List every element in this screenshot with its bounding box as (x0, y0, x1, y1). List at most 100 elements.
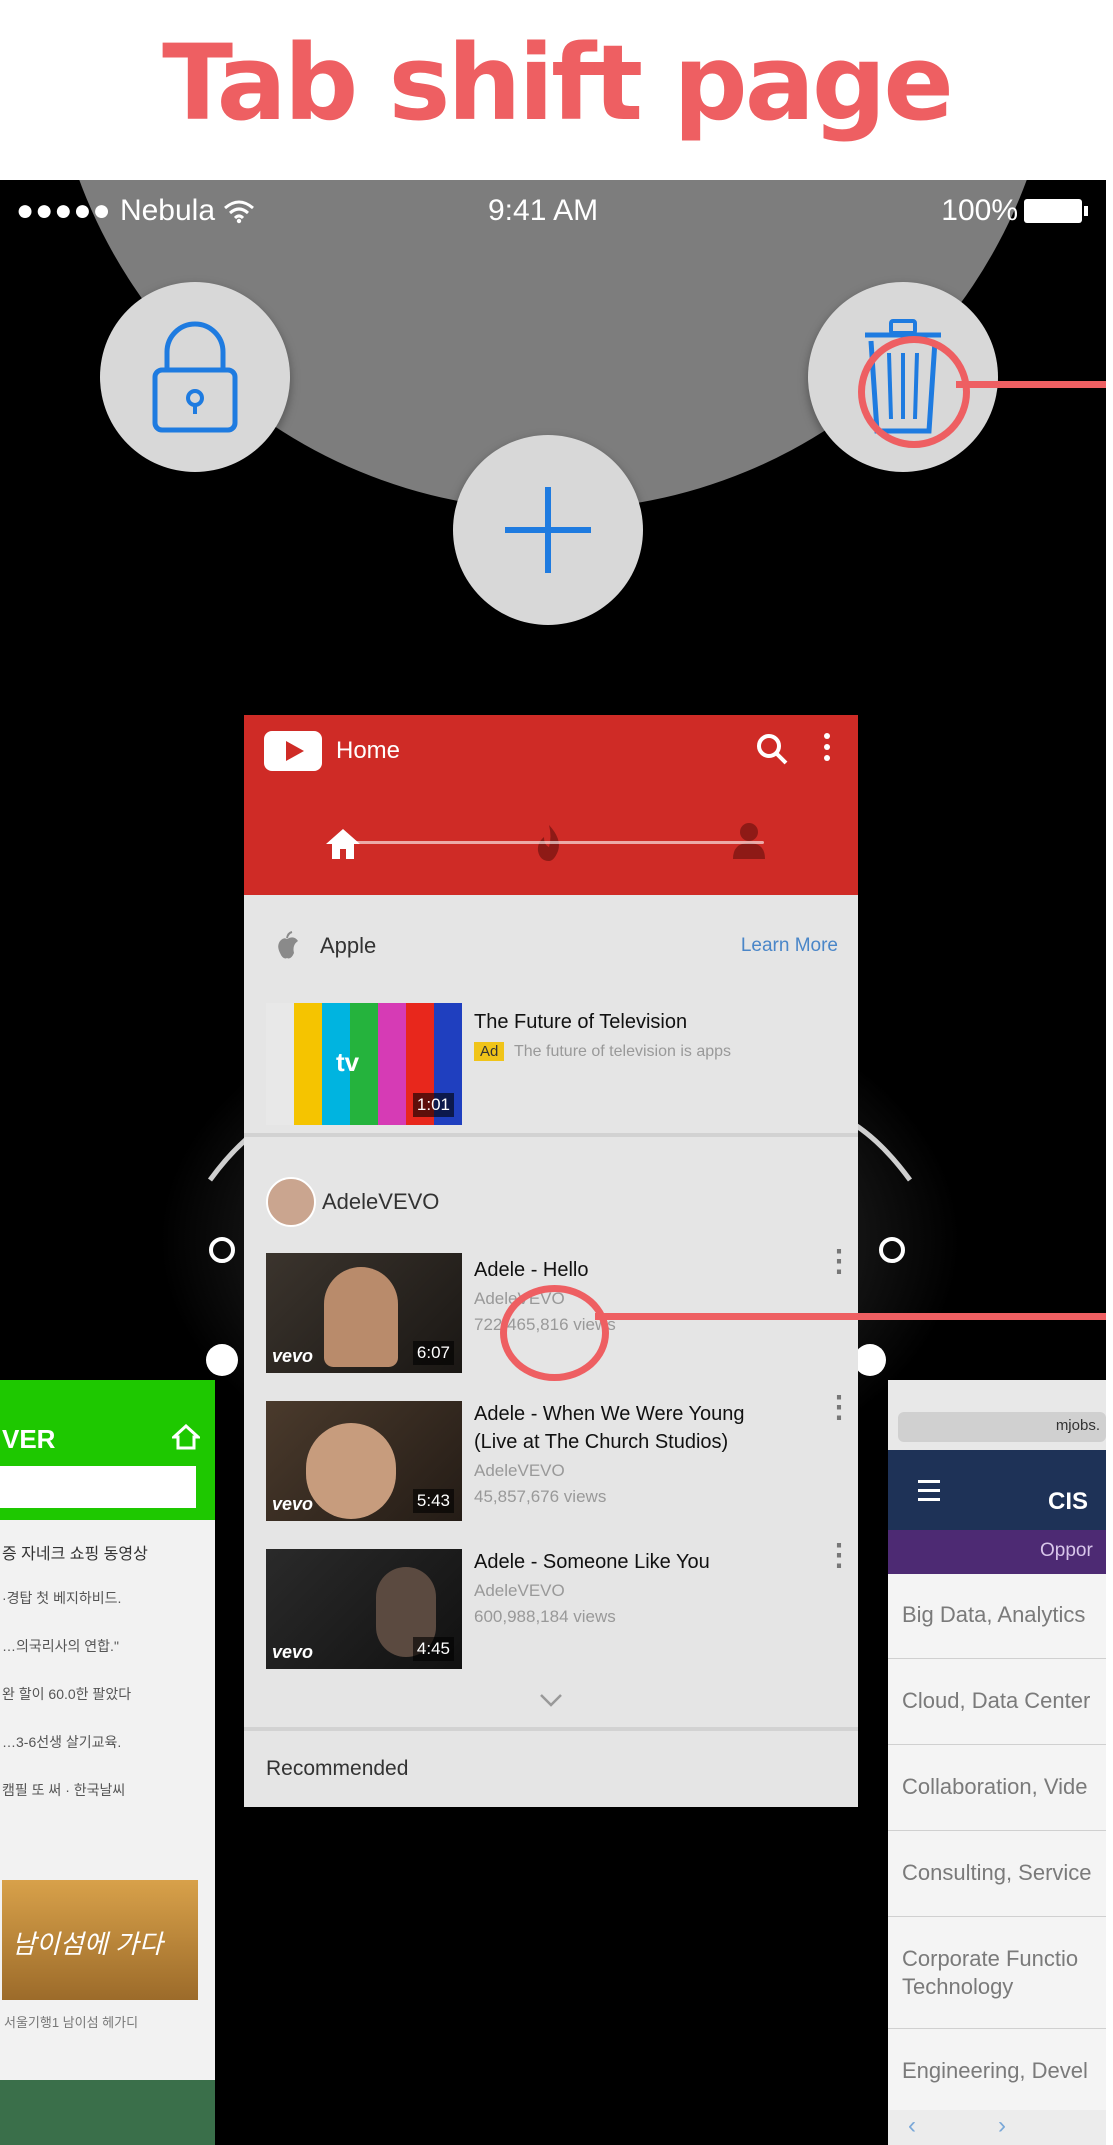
channel-avatar[interactable] (266, 1177, 316, 1227)
cisco-list-item[interactable]: Collaboration, Vide (902, 1774, 1088, 1800)
promo-description: The future of television is apps (514, 1043, 732, 1060)
vevo-logo-icon: vevo (272, 1346, 314, 1366)
video-menu-icon-1[interactable]: ⋮ (824, 1247, 854, 1277)
banner-caption: 남이섬에 가다 (12, 1929, 163, 1959)
video-views-3: 600,988,184 views (474, 1607, 616, 1626)
plus-icon (505, 487, 591, 573)
list-divider (888, 1830, 1106, 1831)
video-title-3[interactable]: Adele - Someone Like You (474, 1551, 710, 1574)
promo-channel-name: Apple (320, 933, 377, 958)
video-channel-3: AdeleVEVO (474, 1581, 565, 1600)
list-divider (888, 1658, 1106, 1659)
naver-logo: VER (2, 1424, 56, 1454)
back-arrow-icon[interactable]: ‹ (908, 2112, 916, 2140)
views-annotation-ring (500, 1285, 609, 1381)
video-menu-icon-3[interactable]: ⋮ (824, 1541, 854, 1571)
video-subtitle-2: (Live at The Church Studios) (474, 1431, 729, 1453)
naver-header: VER (0, 1380, 215, 1520)
video-thumbnail-2[interactable]: vevo 5:43 (266, 1401, 462, 1521)
vevo-logo-icon: vevo (272, 1494, 314, 1514)
battery-group: 100% (941, 194, 1088, 228)
cisco-banner-text: Oppor (1040, 1540, 1093, 1561)
recommended-heading: Recommended (266, 1757, 409, 1780)
tab-swipe-line (344, 841, 764, 844)
cisco-toolbar: ‹ › (888, 2110, 1106, 2145)
list-divider (888, 1744, 1106, 1745)
views-annotation-line (595, 1313, 1106, 1320)
naver-search-input[interactable] (0, 1466, 196, 1508)
naver-menu-tabs[interactable]: 증 자네크 쇼핑 동영상 (2, 1540, 148, 1564)
list-divider (888, 2028, 1106, 2029)
status-bar: ●●●●● Nebula 9:41 AM 100% (0, 180, 1106, 244)
section-divider (244, 1727, 858, 1731)
promo-video-title[interactable]: The Future of Television (474, 1011, 687, 1034)
chevron-down-icon[interactable] (539, 1693, 563, 1707)
youtube-logo-icon (264, 731, 322, 771)
naver-banner[interactable]: 남이섬에 가다 (2, 1880, 198, 2000)
page-heading: Tab shift page (162, 22, 954, 144)
lock-icon (152, 321, 238, 433)
signal-dots-icon: ●●●●● (16, 194, 112, 227)
cisco-url-field[interactable]: mjobs. (898, 1412, 1106, 1442)
add-tab-button[interactable] (453, 435, 643, 625)
cisco-list-item-continued: Technology (902, 1974, 1014, 1999)
promo-section: Apple Learn More tv 1:01 The Future of T… (244, 895, 858, 1135)
carrier-group: ●●●●● Nebula (16, 194, 255, 228)
cisco-list-item[interactable]: Engineering, Devel (902, 2058, 1088, 2084)
video-channel-2: AdeleVEVO (474, 1461, 565, 1480)
news-item[interactable]: ·경탑 첫 베지하비드. (2, 1588, 121, 1608)
cisco-list-item[interactable]: Cloud, Data Center (902, 1688, 1090, 1714)
video-duration-3: 4:45 (412, 1637, 454, 1661)
channel-section: AdeleVEVO vevo 6:07 Adele - Hello AdeleV… (244, 1137, 858, 1727)
cisco-url: mjobs. (1055, 1417, 1100, 1434)
carrier-name: Nebula (119, 194, 216, 227)
promo-video-thumbnail[interactable]: tv 1:01 (266, 1003, 462, 1125)
cisco-list-item[interactable]: Corporate Functio (902, 1946, 1078, 1972)
ad-badge: Ad (474, 1042, 505, 1061)
battery-level: 100% (941, 194, 1018, 227)
video-thumbnail-1[interactable]: vevo 6:07 (266, 1253, 462, 1373)
cisco-logo: CIS (1048, 1488, 1089, 1515)
cisco-list-item[interactable]: Consulting, Service (902, 1860, 1092, 1886)
learn-more-link[interactable]: Learn More (741, 935, 838, 957)
cisco-header: CIS (888, 1450, 1106, 1530)
naver-ad-strip (0, 2080, 215, 2145)
video-thumbnail-3[interactable]: vevo 4:45 (266, 1549, 462, 1669)
cisco-browser-bar: mjobs. (888, 1380, 1106, 1450)
cisco-banner: Oppor (888, 1530, 1106, 1574)
video-title-1[interactable]: Adele - Hello (474, 1259, 589, 1282)
apple-logo-icon (278, 931, 298, 959)
news-item[interactable]: 완 할이 60.0한 팔았다 (2, 1684, 131, 1704)
trash-annotation-line (956, 381, 1106, 388)
wifi-icon (223, 194, 255, 227)
news-item[interactable]: …3-6선생 살기교육. (2, 1732, 121, 1752)
list-divider (888, 1916, 1106, 1917)
tab-switcher-screen: ●●●●● Nebula 9:41 AM 100% Home Apple Lea… (0, 180, 1106, 2145)
trash-annotation-ring (858, 336, 970, 448)
youtube-header: Home (244, 715, 858, 895)
home-icon[interactable] (172, 1424, 200, 1450)
video-views-2: 45,857,676 views (474, 1487, 607, 1506)
hamburger-menu-icon[interactable] (918, 1480, 940, 1501)
lock-tab-button[interactable] (100, 282, 290, 472)
video-menu-icon-2[interactable]: ⋮ (824, 1393, 854, 1423)
youtube-tab-card[interactable]: Home Apple Learn More tv 1:01 The Future… (244, 715, 858, 1807)
channel-name[interactable]: AdeleVEVO (322, 1189, 439, 1215)
more-options-icon[interactable] (824, 733, 830, 761)
youtube-header-title: Home (336, 737, 401, 764)
apple-tv-icon: tv (336, 1047, 360, 1077)
cisco-list-item[interactable]: Big Data, Analytics (902, 1602, 1085, 1628)
news-item[interactable]: …의국리사의 연합." (2, 1636, 119, 1656)
video-duration-2: 5:43 (412, 1489, 454, 1513)
naver-tab-card[interactable]: VER 증 자네크 쇼핑 동영상 ·경탑 첫 베지하비드. …의국리사의 연합.… (0, 1380, 215, 2145)
cisco-tab-card[interactable]: mjobs. CIS Oppor Big Data, Analytics Clo… (888, 1380, 1106, 2145)
battery-icon (1024, 199, 1088, 223)
promo-duration: 1:01 (412, 1093, 454, 1117)
news-item[interactable]: 캠필 또 써 · 한국날씨 (2, 1780, 125, 1800)
clock: 9:41 AM (488, 194, 599, 227)
video-title-2[interactable]: Adele - When We Were Young (474, 1403, 745, 1426)
search-icon[interactable] (756, 733, 788, 765)
forward-arrow-icon[interactable]: › (998, 2112, 1006, 2140)
home-tab-icon[interactable] (324, 827, 362, 861)
video-duration-1: 6:07 (412, 1341, 454, 1365)
